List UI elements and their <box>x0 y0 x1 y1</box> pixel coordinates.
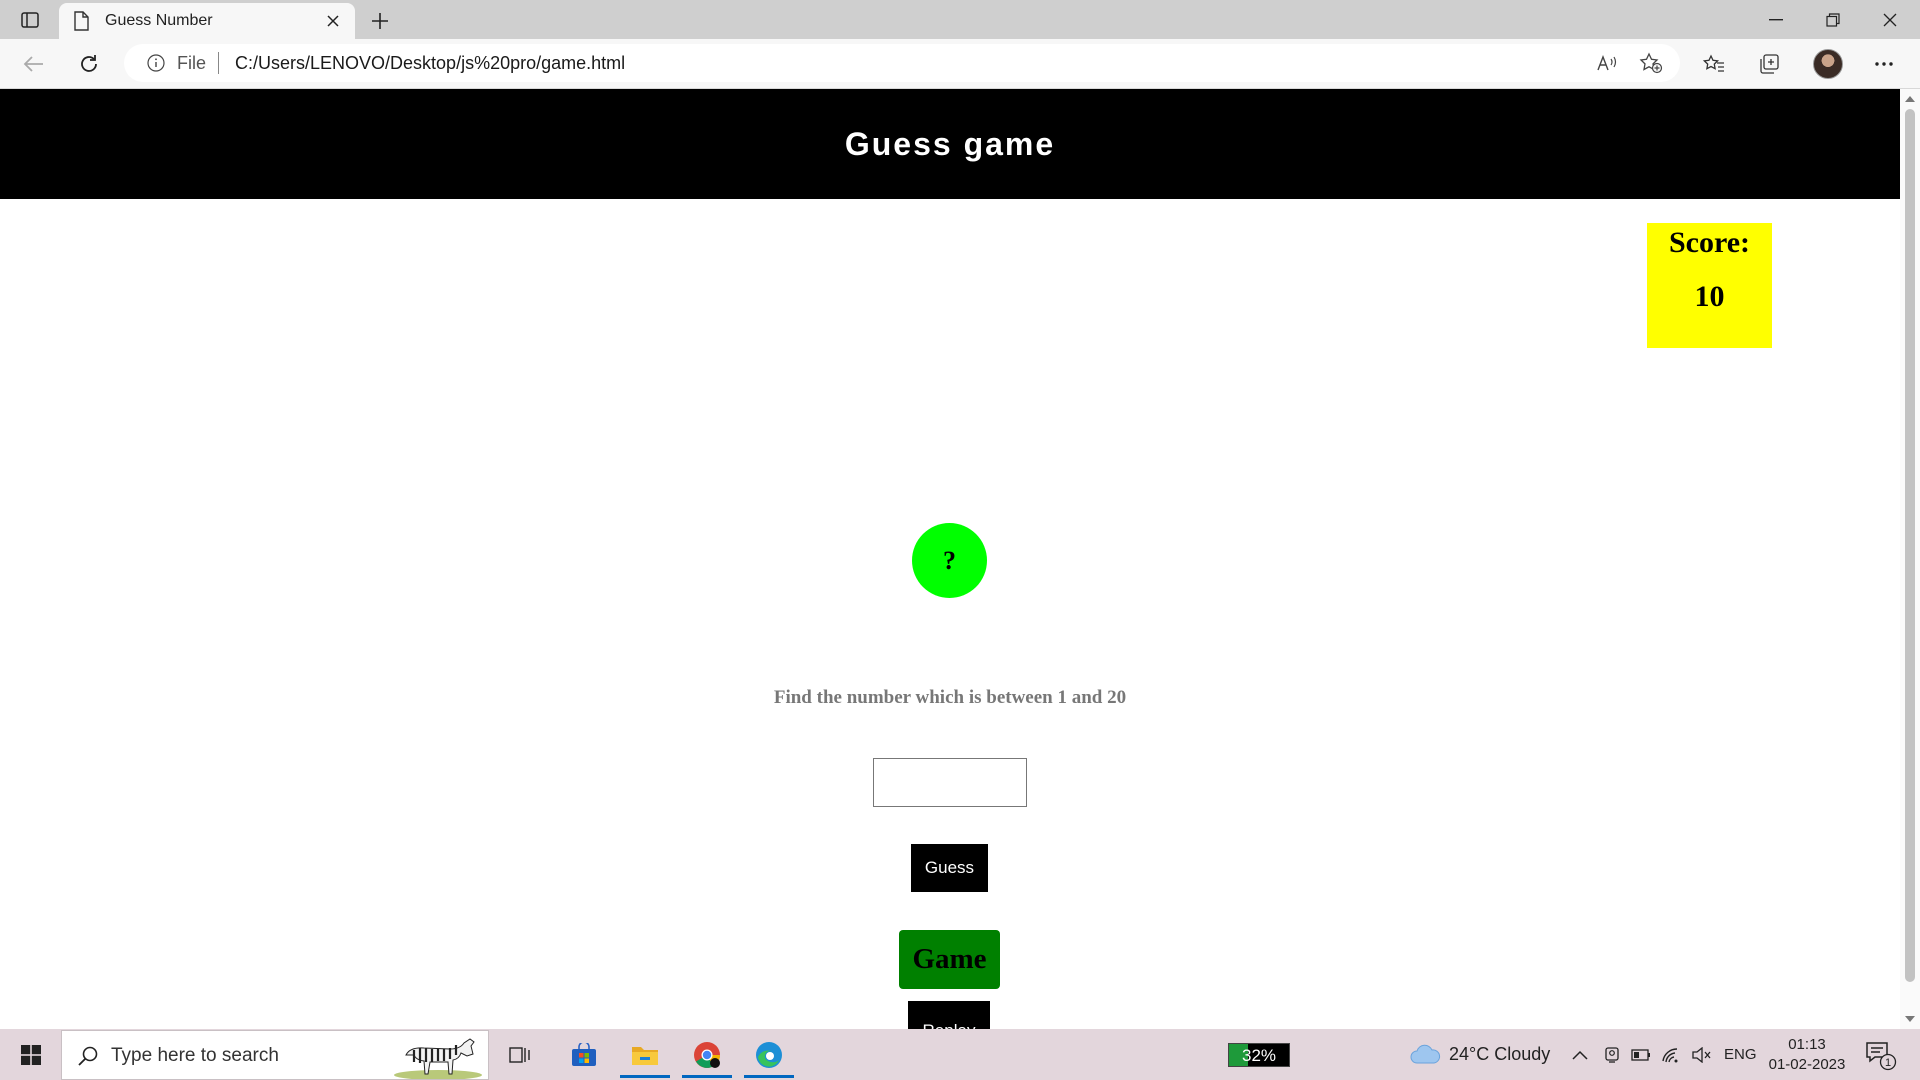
battery-widget[interactable]: 32% <box>1228 1043 1290 1067</box>
guess-input[interactable] <box>873 758 1027 807</box>
edge-icon[interactable] <box>740 1032 798 1078</box>
address-url[interactable]: C:/Users/LENOVO/Desktop/js%20pro/game.ht… <box>235 53 625 74</box>
chevron-up-icon[interactable] <box>1569 1044 1591 1066</box>
scroll-up-icon[interactable] <box>1905 96 1915 102</box>
scroll-down-icon[interactable] <box>1905 1016 1915 1022</box>
score-box: Score: 10 <box>1647 223 1772 348</box>
close-tab-icon[interactable] <box>321 9 345 33</box>
meet-now-icon[interactable] <box>1601 1044 1623 1066</box>
address-separator <box>218 52 219 74</box>
browser-toolbar: File C:/Users/LENOVO/Desktop/js%20pro/ga… <box>0 39 1920 89</box>
battery-percent: 32% <box>1241 1046 1277 1065</box>
system-clock[interactable]: 01:13 01-02-2023 <box>1762 1035 1852 1075</box>
replay-button[interactable]: Replay <box>908 1001 990 1029</box>
collections-icon[interactable] <box>1753 48 1785 80</box>
browser-tab-active[interactable]: Guess Number <box>59 3 355 39</box>
page-scrollbar[interactable] <box>1900 89 1920 1029</box>
chrome-icon[interactable] <box>678 1032 736 1078</box>
game-button[interactable]: Game <box>899 930 1000 989</box>
game-header: Guess game <box>0 89 1900 199</box>
taskbar-search-box[interactable]: Type here to search <box>61 1030 489 1080</box>
windows-start-icon[interactable] <box>8 1037 54 1073</box>
refresh-icon[interactable] <box>73 48 105 80</box>
search-icon <box>76 1044 100 1068</box>
browser-tab-bar: Guess Number <box>0 0 1920 39</box>
read-aloud-icon[interactable] <box>1594 51 1620 75</box>
score-label: Score: <box>1668 226 1751 259</box>
close-window-icon[interactable] <box>1867 4 1913 36</box>
favorites-icon[interactable] <box>1698 48 1730 80</box>
game-title: Guess game <box>844 125 1056 162</box>
volume-muted-icon[interactable] <box>1690 1044 1712 1066</box>
score-value: 10 <box>1694 280 1725 313</box>
clock-time: 01:13 <box>1788 1036 1826 1053</box>
search-placeholder: Type here to search <box>111 1045 279 1066</box>
clock-date: 01-02-2023 <box>1768 1056 1846 1073</box>
mystery-number-circle: ? <box>912 523 987 598</box>
zebra-illustration-icon <box>392 1033 484 1080</box>
page-icon <box>73 11 91 31</box>
battery-icon[interactable] <box>1630 1044 1652 1066</box>
task-view-icon[interactable] <box>491 1032 549 1078</box>
scrollbar-thumb[interactable] <box>1905 109 1915 982</box>
address-scheme: File <box>177 53 207 73</box>
cloud-icon[interactable] <box>1409 1043 1441 1065</box>
wifi-icon[interactable] <box>1660 1044 1682 1066</box>
language-indicator[interactable]: ENG <box>1724 1046 1757 1063</box>
address-bar[interactable]: File C:/Users/LENOVO/Desktop/js%20pro/ga… <box>124 44 1680 82</box>
guess-button[interactable]: Guess <box>911 844 988 892</box>
tab-title: Guess Number <box>105 12 213 29</box>
file-explorer-icon[interactable] <box>616 1032 674 1078</box>
info-icon[interactable] <box>147 54 165 72</box>
microsoft-store-icon[interactable] <box>555 1032 613 1078</box>
weather-text[interactable]: 24°C Cloudy <box>1449 1044 1550 1065</box>
restore-icon[interactable] <box>1810 4 1856 36</box>
page-viewport: Guess game Score: 10 ? Find the number w… <box>0 89 1900 1029</box>
windows-taskbar: Type here to search 32% 24°C Cloudy ENG … <box>0 1029 1920 1080</box>
profile-avatar[interactable] <box>1813 49 1843 79</box>
more-options-icon[interactable] <box>1868 48 1900 80</box>
add-favorite-icon[interactable] <box>1638 51 1664 75</box>
notification-center-icon[interactable]: 1 <box>1864 1039 1898 1071</box>
new-tab-icon[interactable] <box>366 7 394 35</box>
tab-actions-icon[interactable] <box>18 8 42 32</box>
back-arrow-icon[interactable] <box>18 48 50 80</box>
hint-text: Find the number which is between 1 and 2… <box>773 687 1127 708</box>
notification-count: 1 <box>1885 1057 1891 1069</box>
minimize-icon[interactable] <box>1753 4 1799 36</box>
